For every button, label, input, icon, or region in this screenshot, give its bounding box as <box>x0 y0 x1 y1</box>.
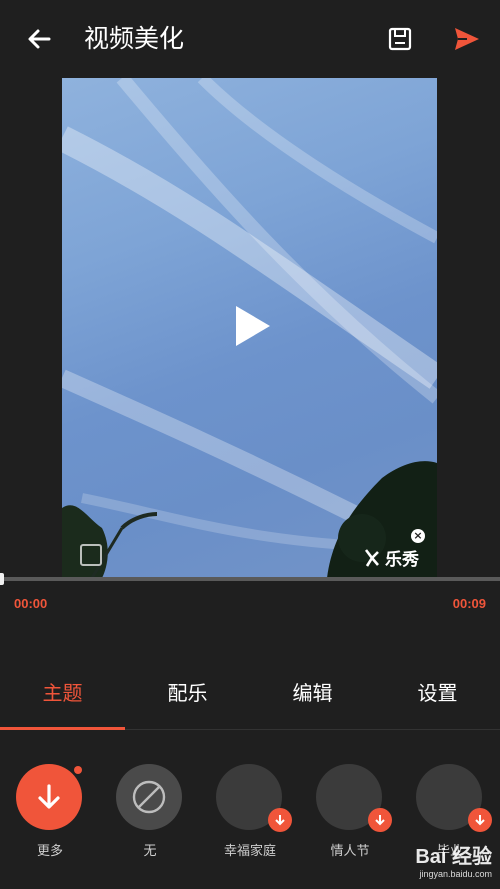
page-title: 视频美化 <box>84 24 185 53</box>
theme-thumb <box>316 764 392 832</box>
tab-bar: 主题 配乐 编辑 设置 <box>0 660 500 730</box>
time-current: 00:00 <box>14 596 48 611</box>
theme-thumb <box>416 764 492 832</box>
theme-item-none[interactable]: 无 <box>116 764 184 859</box>
watermark-close-icon[interactable]: × <box>411 529 425 543</box>
play-icon[interactable] <box>230 304 274 348</box>
theme-item-happy-family[interactable]: 幸福家庭 <box>216 764 292 859</box>
save-icon <box>388 27 412 51</box>
no-entry-icon <box>132 780 166 814</box>
download-badge-icon[interactable] <box>268 808 292 832</box>
progress-thumb[interactable] <box>0 573 4 585</box>
video-preview[interactable]: 乐秀 × <box>62 78 437 578</box>
theme-thumb <box>116 764 182 830</box>
theme-item-valentine[interactable]: 情人节 <box>316 764 392 859</box>
theme-label: 情人节 <box>330 844 370 859</box>
baidu-url: jingyan.baidu.com <box>419 869 492 879</box>
tab-edit[interactable]: 编辑 <box>250 660 375 729</box>
theme-item-graduation[interactable]: 毕业 <box>416 764 492 859</box>
theme-thumb <box>216 764 292 832</box>
theme-list: 更多 无 幸福家庭 情人节 毕业 Bai 经验 jingyan.baidu.co… <box>0 760 500 889</box>
theme-label: 幸福家庭 <box>223 844 276 859</box>
download-badge-icon[interactable] <box>468 808 492 832</box>
new-dot-badge <box>74 766 82 774</box>
download-arrow-icon <box>38 784 60 809</box>
top-bar: 视频美化 <box>0 0 500 78</box>
lexiu-logo-icon <box>364 548 379 567</box>
arrow-left-icon <box>28 29 51 49</box>
tab-settings[interactable]: 设置 <box>375 660 500 729</box>
back-button[interactable] <box>22 22 56 56</box>
video-area: 乐秀 × <box>0 78 500 578</box>
theme-label: 无 <box>143 844 157 859</box>
save-button[interactable] <box>384 22 416 56</box>
tab-music[interactable]: 配乐 <box>125 660 250 729</box>
baidu-logo-text: Bai 经验 <box>415 846 492 868</box>
progress-track[interactable] <box>0 577 500 581</box>
watermark-text: 乐秀 <box>385 550 419 569</box>
tab-theme[interactable]: 主题 <box>0 660 125 730</box>
baidu-watermark: Bai 经验 jingyan.baidu.com <box>415 840 492 879</box>
frame-marker-icon <box>80 544 102 566</box>
send-icon <box>455 28 479 50</box>
theme-label: 更多 <box>36 844 63 859</box>
time-total: 00:09 <box>452 596 486 611</box>
theme-thumb <box>16 764 82 830</box>
theme-item-more[interactable]: 更多 <box>16 764 84 859</box>
download-badge-icon[interactable] <box>368 808 392 832</box>
send-button[interactable] <box>448 22 486 56</box>
app-watermark: 乐秀 × <box>363 529 425 570</box>
